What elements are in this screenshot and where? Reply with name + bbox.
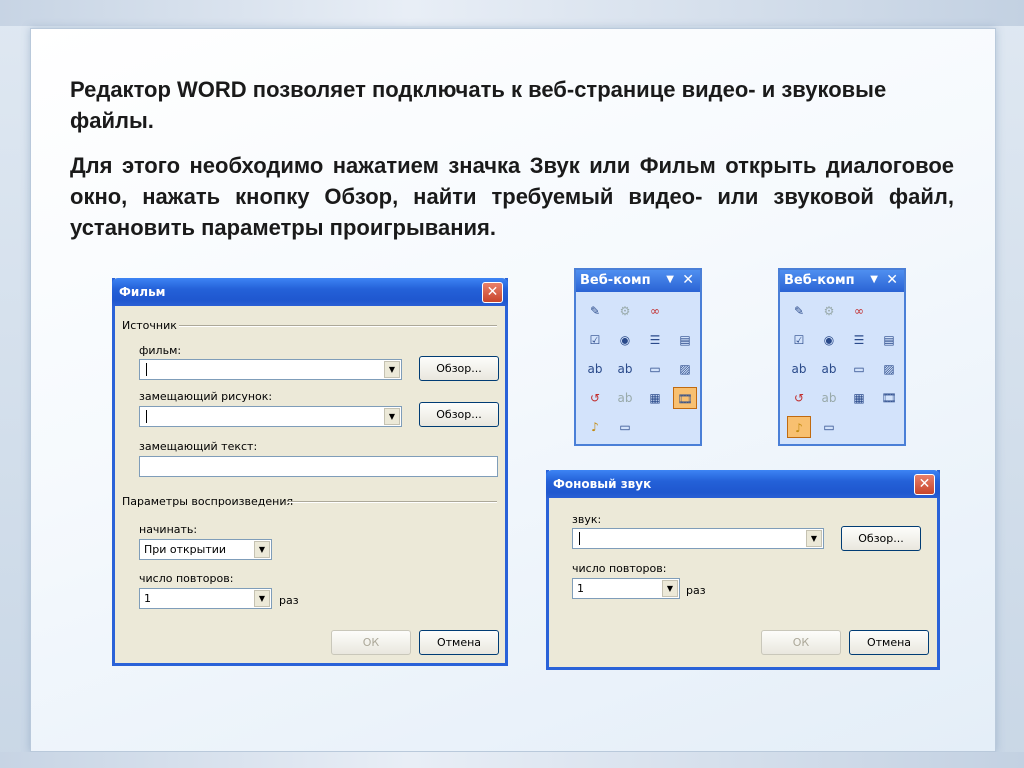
design-mode-icon[interactable]: ✎ xyxy=(583,300,607,322)
film-dialog-title: Фильм xyxy=(119,285,166,299)
list-box-icon[interactable]: ▤ xyxy=(877,329,901,351)
bottom-decor-stripe xyxy=(0,752,1024,768)
close-icon[interactable]: ✕ xyxy=(482,282,503,303)
sound-loop-select[interactable]: 1 ▼ xyxy=(572,578,680,599)
loop-label: число повторов: xyxy=(139,572,234,585)
start-label: начинать: xyxy=(139,523,198,536)
sound-dialog-title: Фоновый звук xyxy=(553,477,652,491)
text-caret xyxy=(579,532,580,545)
toolbar-titlebar[interactable]: Веб-комп ▼ ✕ xyxy=(780,270,904,292)
film-label: фильм: xyxy=(139,344,182,357)
toolbar-titlebar[interactable]: Веб-комп ▼ ✕ xyxy=(576,270,700,292)
close-icon[interactable]: ✕ xyxy=(682,272,694,288)
ok-button[interactable]: ОК xyxy=(331,630,411,655)
film-browse-button[interactable]: Обзор... xyxy=(419,356,499,381)
text-caret xyxy=(146,410,147,423)
close-icon[interactable]: ✕ xyxy=(914,474,935,495)
password-icon[interactable]: ▦ xyxy=(643,387,667,409)
script-editor-icon[interactable]: ∞ xyxy=(847,300,871,322)
ok-button[interactable]: ОК xyxy=(761,630,841,655)
textbox-icon[interactable]: ab xyxy=(787,358,811,380)
loop-select[interactable]: 1 ▼ xyxy=(139,588,272,609)
times-label: раз xyxy=(279,594,299,607)
text-area-icon[interactable]: ab xyxy=(817,358,841,380)
source-group-label: Источник xyxy=(122,319,177,332)
chevron-down-icon[interactable]: ▼ xyxy=(254,541,270,558)
image-submit-icon[interactable]: ▨ xyxy=(877,358,901,380)
film-dialog: Фильм ✕ Источник фильм: ▼ Обзор... замещ… xyxy=(112,278,508,666)
dropdown-box-icon[interactable]: ☰ xyxy=(847,329,871,351)
sound-times-label: раз xyxy=(686,584,706,597)
alt-text-label: замещающий текст: xyxy=(139,440,258,453)
password-icon[interactable]: ▦ xyxy=(847,387,871,409)
text-caret xyxy=(146,363,147,376)
playback-group-label: Параметры воспроизведения xyxy=(122,495,294,508)
chevron-down-icon[interactable]: ▼ xyxy=(662,580,678,597)
checkbox-icon[interactable]: ☑ xyxy=(787,329,811,351)
textbox-icon[interactable]: ab xyxy=(583,358,607,380)
properties-icon[interactable]: ⚙ xyxy=(613,300,637,322)
playback-group-divider xyxy=(287,501,497,503)
picture-browse-button[interactable]: Обзор... xyxy=(419,402,499,427)
instruction-paragraph: Для этого необходимо нажатием значка Зву… xyxy=(70,153,954,240)
reset-icon[interactable]: ↺ xyxy=(787,387,811,409)
toolbar-title: Веб-комп xyxy=(580,273,651,288)
design-mode-icon[interactable]: ✎ xyxy=(787,300,811,322)
chevron-down-icon[interactable]: ▼ xyxy=(870,274,878,285)
chevron-down-icon[interactable]: ▼ xyxy=(666,274,674,285)
cancel-button[interactable]: Отмена xyxy=(419,630,499,655)
hidden-field-icon[interactable]: ab xyxy=(613,387,637,409)
chevron-down-icon[interactable]: ▼ xyxy=(384,408,400,425)
sound-combobox[interactable]: ▼ xyxy=(572,528,824,549)
hidden-field-icon[interactable]: ab xyxy=(817,387,841,409)
start-select[interactable]: При открытии ▼ xyxy=(139,539,272,560)
checkbox-icon[interactable]: ☑ xyxy=(583,329,607,351)
picture-label: замещающий рисунок: xyxy=(139,390,273,403)
web-components-toolbar-left: Веб-комп ▼ ✕ ✎ ⚙ ∞ ☑ ◉ ☰ ▤ ab ab ▭ ▨ ↺ a… xyxy=(574,268,702,446)
film-combobox[interactable]: ▼ xyxy=(139,359,402,380)
submit-icon[interactable]: ▭ xyxy=(643,358,667,380)
sound-dialog-titlebar[interactable]: Фоновый звук ✕ xyxy=(546,470,940,498)
film-dialog-titlebar[interactable]: Фильм ✕ xyxy=(112,278,508,306)
movie-icon[interactable]: 🎞 xyxy=(877,387,901,409)
radio-button-icon[interactable]: ◉ xyxy=(817,329,841,351)
sound-icon[interactable]: ♪ xyxy=(583,416,607,438)
sound-label: звук: xyxy=(572,513,602,526)
scrolling-text-icon[interactable]: ▭ xyxy=(613,416,637,438)
chevron-down-icon[interactable]: ▼ xyxy=(806,530,822,547)
script-editor-icon[interactable]: ∞ xyxy=(643,300,667,322)
top-decor-stripe xyxy=(0,0,1024,26)
background-sound-dialog: Фоновый звук ✕ звук: ▼ Обзор... число по… xyxy=(546,470,940,670)
movie-icon[interactable]: 🎞 xyxy=(673,387,697,409)
source-group-divider xyxy=(179,325,497,327)
cancel-button[interactable]: Отмена xyxy=(849,630,929,655)
web-components-toolbar-right: Веб-комп ▼ ✕ ✎ ⚙ ∞ ☑ ◉ ☰ ▤ ab ab ▭ ▨ ↺ a… xyxy=(778,268,906,446)
radio-button-icon[interactable]: ◉ xyxy=(613,329,637,351)
scrolling-text-icon[interactable]: ▭ xyxy=(817,416,841,438)
dropdown-box-icon[interactable]: ☰ xyxy=(643,329,667,351)
intro-paragraph: Редактор WORD позволяет подключать к веб… xyxy=(70,77,887,133)
picture-combobox[interactable]: ▼ xyxy=(139,406,402,427)
chevron-down-icon[interactable]: ▼ xyxy=(384,361,400,378)
submit-icon[interactable]: ▭ xyxy=(847,358,871,380)
sound-icon[interactable]: ♪ xyxy=(787,416,811,438)
chevron-down-icon[interactable]: ▼ xyxy=(254,590,270,607)
text-area-icon[interactable]: ab xyxy=(613,358,637,380)
close-icon[interactable]: ✕ xyxy=(886,272,898,288)
toolbar-title: Веб-комп xyxy=(784,273,855,288)
image-submit-icon[interactable]: ▨ xyxy=(673,358,697,380)
properties-icon[interactable]: ⚙ xyxy=(817,300,841,322)
list-box-icon[interactable]: ▤ xyxy=(673,329,697,351)
sound-browse-button[interactable]: Обзор... xyxy=(841,526,921,551)
alt-text-field[interactable] xyxy=(139,456,498,477)
reset-icon[interactable]: ↺ xyxy=(583,387,607,409)
sound-loop-label: число повторов: xyxy=(572,562,667,575)
